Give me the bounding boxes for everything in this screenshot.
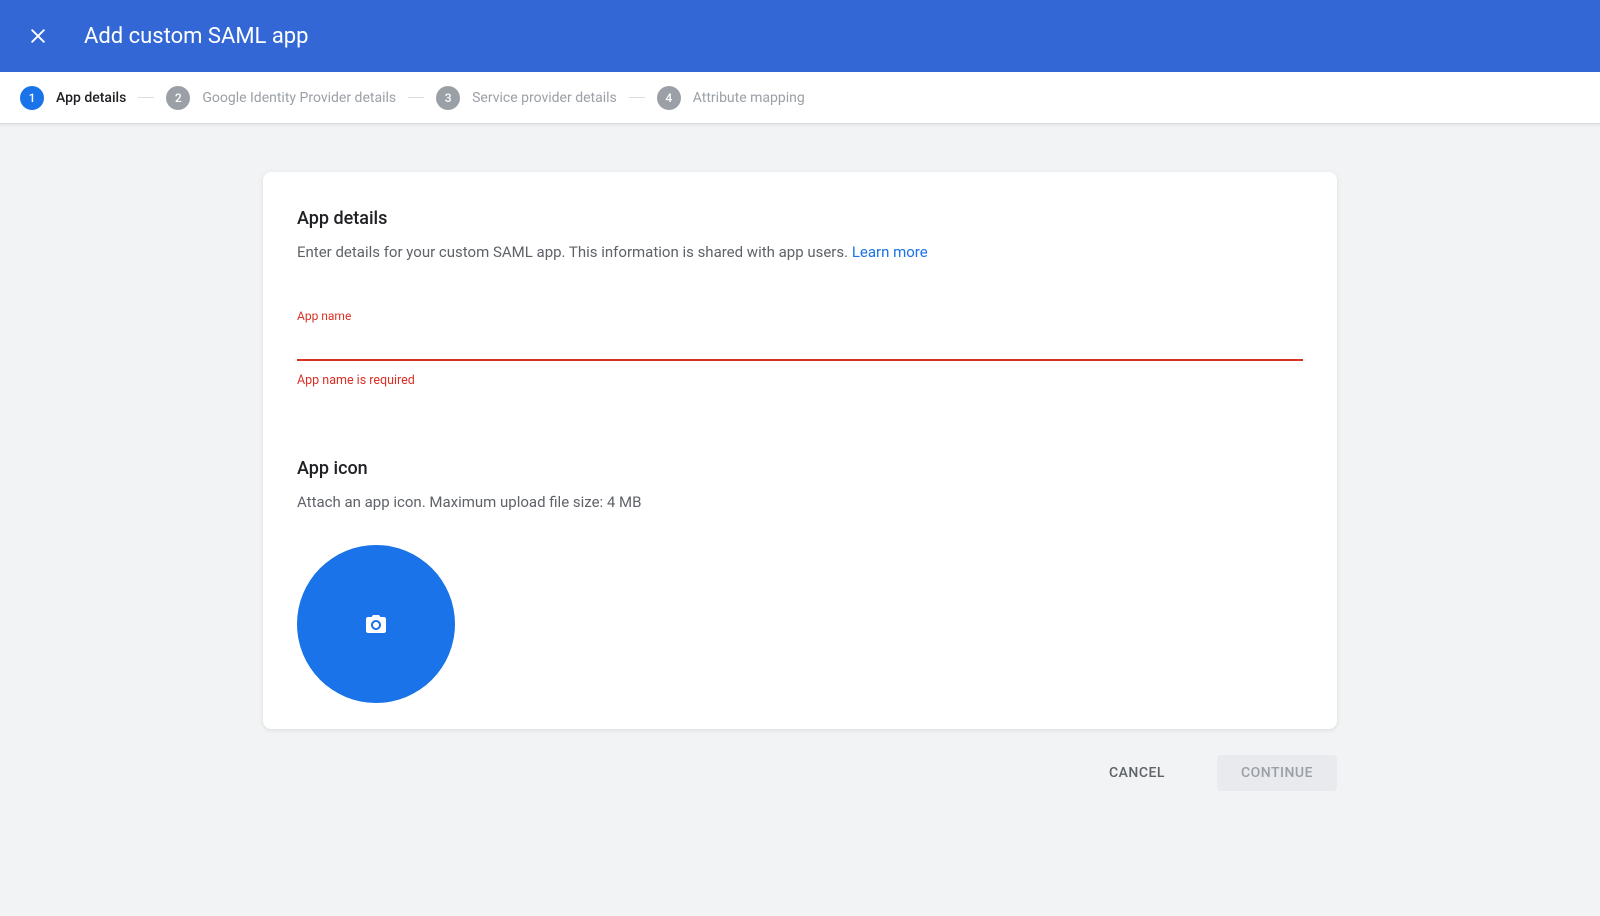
content-area: App details Enter details for your custo… (0, 124, 1600, 791)
step-connector (138, 97, 154, 98)
step-2: 2 Google Identity Provider details (166, 86, 396, 110)
learn-more-link[interactable]: Learn more (852, 243, 928, 261)
continue-button[interactable]: Continue (1217, 755, 1337, 791)
step-4: 4 Attribute mapping (657, 86, 805, 110)
close-icon (28, 26, 48, 46)
app-name-error: App name is required (297, 373, 1303, 388)
close-button[interactable] (20, 18, 56, 54)
app-name-input[interactable] (297, 327, 1303, 361)
section-description-app-details: Enter details for your custom SAML app. … (297, 243, 1303, 261)
step-connector (629, 97, 645, 98)
step-4-label: Attribute mapping (693, 90, 805, 106)
section-description-app-icon: Attach an app icon. Maximum upload file … (297, 493, 1303, 511)
step-connector (408, 97, 424, 98)
app-details-card: App details Enter details for your custo… (263, 172, 1337, 729)
modal-header: Add custom SAML app (0, 0, 1600, 72)
step-1-circle: 1 (20, 86, 44, 110)
step-1[interactable]: 1 App details (20, 86, 126, 110)
section-title-app-icon: App icon (297, 458, 1303, 479)
button-row: Cancel Continue (263, 755, 1337, 791)
app-icon-upload-button[interactable] (297, 545, 455, 703)
step-1-label: App details (56, 90, 126, 106)
modal-title: Add custom SAML app (84, 24, 309, 49)
step-2-label: Google Identity Provider details (202, 90, 396, 106)
section-title-app-details: App details (297, 208, 1303, 229)
step-3: 3 Service provider details (436, 86, 617, 110)
step-4-circle: 4 (657, 86, 681, 110)
step-3-label: Service provider details (472, 90, 617, 106)
step-3-circle: 3 (436, 86, 460, 110)
description-text: Enter details for your custom SAML app. … (297, 243, 852, 261)
step-2-circle: 2 (166, 86, 190, 110)
cancel-button[interactable]: Cancel (1085, 755, 1189, 791)
app-name-label: App name (297, 309, 1303, 323)
camera-icon (364, 612, 388, 636)
stepper: 1 App details 2 Google Identity Provider… (0, 72, 1600, 124)
